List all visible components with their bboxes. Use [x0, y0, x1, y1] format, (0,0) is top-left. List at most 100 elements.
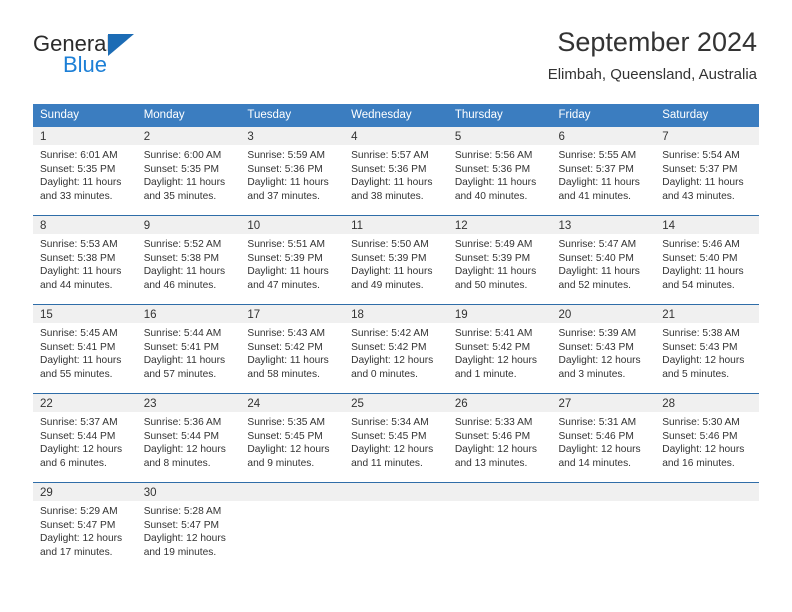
day-number: 4	[351, 131, 358, 143]
week-row: 29 Sunrise: 5:29 AM Sunset: 5:47 PM Dayl…	[33, 482, 759, 571]
sunset-line: Sunset: 5:39 PM	[351, 252, 427, 264]
weekday-header-sunday: Sunday	[40, 109, 80, 121]
daylight-line-1: Daylight: 11 hours	[40, 355, 122, 367]
sunset-line: Sunset: 5:42 PM	[454, 341, 531, 353]
week-row: 15 Sunrise: 5:45 AM Sunset: 5:41 PM Dayl…	[33, 304, 759, 393]
sunset-line: Sunset: 5:46 PM	[558, 430, 634, 442]
day-number: 28	[662, 398, 676, 410]
sunrise-line: Sunrise: 5:35 AM	[247, 417, 325, 428]
day-details: Sunrise: 5:38 AM Sunset: 5:43 PM Dayligh…	[655, 323, 759, 381]
sunset-line: Sunset: 5:41 PM	[40, 341, 116, 353]
daylight-line-1: Daylight: 11 hours	[143, 266, 226, 278]
sunset-line: Sunset: 5:35 PM	[40, 163, 116, 175]
day-number: 27	[558, 398, 572, 410]
day-details: Sunrise: 5:50 AM Sunset: 5:39 PM Dayligh…	[344, 234, 448, 292]
day-cell[interactable]: 18 Sunrise: 5:42 AM Sunset: 5:42 PM Dayl…	[344, 305, 448, 393]
sunrise-line: Sunrise: 6:00 AM	[143, 150, 222, 161]
day-number: 15	[40, 309, 53, 321]
logo-text-blue: Blue	[63, 52, 108, 77]
day-number-band: 15	[33, 305, 137, 323]
day-details: Sunrise: 5:52 AM Sunset: 5:38 PM Dayligh…	[137, 234, 241, 292]
day-cell[interactable]: 8 Sunrise: 5:53 AM Sunset: 5:38 PM Dayli…	[33, 216, 137, 304]
sunset-line: Sunset: 5:36 PM	[247, 163, 323, 175]
day-cell[interactable]: 26 Sunrise: 5:33 AM Sunset: 5:46 PM Dayl…	[447, 394, 552, 482]
day-number: 3	[247, 131, 254, 143]
page-subtitle: Elimbah, Queensland, Australia	[547, 66, 757, 83]
daylight-line-1: Daylight: 12 hours	[247, 444, 330, 456]
sunrise-line: Sunrise: 5:55 AM	[558, 150, 637, 161]
day-number-band	[344, 483, 448, 501]
daylight-line-2: and 54 minutes.	[662, 279, 735, 291]
daylight-line-2: and 17 minutes.	[40, 546, 113, 558]
daylight-line-2: and 38 minutes.	[351, 190, 424, 202]
day-cell[interactable]: 7 Sunrise: 5:54 AM Sunset: 5:37 PM Dayli…	[655, 127, 759, 215]
day-cell[interactable]: 29 Sunrise: 5:29 AM Sunset: 5:47 PM Dayl…	[33, 483, 137, 571]
day-cell[interactable]: 16 Sunrise: 5:44 AM Sunset: 5:41 PM Dayl…	[136, 305, 241, 393]
sunset-line: Sunset: 5:42 PM	[247, 341, 323, 353]
day-cell[interactable]: 28 Sunrise: 5:30 AM Sunset: 5:46 PM Dayl…	[655, 394, 759, 482]
sunrise-line: Sunrise: 5:30 AM	[662, 417, 740, 428]
day-number: 16	[143, 309, 157, 321]
day-cell[interactable]: 12 Sunrise: 5:49 AM Sunset: 5:39 PM Dayl…	[447, 216, 552, 304]
day-cell[interactable]: 24 Sunrise: 5:35 AM Sunset: 5:45 PM Dayl…	[240, 394, 345, 482]
weekday-header-thursday: Thursday	[454, 109, 503, 121]
daylight-line-2: and 37 minutes.	[247, 190, 320, 202]
daylight-line-2: and 44 minutes.	[40, 279, 113, 291]
day-cell[interactable]: 4 Sunrise: 5:57 AM Sunset: 5:36 PM Dayli…	[344, 127, 448, 215]
day-cell[interactable]: 13 Sunrise: 5:47 AM Sunset: 5:40 PM Dayl…	[551, 216, 656, 304]
day-details: Sunrise: 5:46 AM Sunset: 5:40 PM Dayligh…	[655, 234, 759, 292]
day-cell[interactable]: 2 Sunrise: 6:00 AM Sunset: 5:35 PM Dayli…	[136, 127, 241, 215]
day-cell[interactable]: 3 Sunrise: 5:59 AM Sunset: 5:36 PM Dayli…	[240, 127, 345, 215]
day-cell[interactable]: 19 Sunrise: 5:41 AM Sunset: 5:42 PM Dayl…	[447, 305, 552, 393]
day-number: 14	[662, 220, 676, 232]
day-cell[interactable]: 23 Sunrise: 5:36 AM Sunset: 5:44 PM Dayl…	[136, 394, 241, 482]
day-cell[interactable]: 1 Sunrise: 6:01 AM Sunset: 5:35 PM Dayli…	[33, 127, 137, 215]
daylight-line-2: and 55 minutes.	[40, 368, 113, 380]
day-number: 11	[351, 220, 364, 232]
day-cell[interactable]: 9 Sunrise: 5:52 AM Sunset: 5:38 PM Dayli…	[136, 216, 241, 304]
day-number-band: 24	[240, 394, 345, 412]
sunset-line: Sunset: 5:41 PM	[143, 341, 220, 353]
day-cell[interactable]: 6 Sunrise: 5:55 AM Sunset: 5:37 PM Dayli…	[551, 127, 656, 215]
day-number: 19	[454, 309, 468, 321]
day-cell[interactable]: 11 Sunrise: 5:50 AM Sunset: 5:39 PM Dayl…	[344, 216, 448, 304]
day-cell[interactable]: 14 Sunrise: 5:46 AM Sunset: 5:40 PM Dayl…	[655, 216, 759, 304]
sunset-line: Sunset: 5:42 PM	[351, 341, 427, 353]
daylight-line-2: and 5 minutes.	[662, 368, 730, 380]
day-cell[interactable]: 27 Sunrise: 5:31 AM Sunset: 5:46 PM Dayl…	[551, 394, 656, 482]
day-details: Sunrise: 5:53 AM Sunset: 5:38 PM Dayligh…	[33, 234, 137, 292]
day-cell[interactable]: 20 Sunrise: 5:39 AM Sunset: 5:43 PM Dayl…	[551, 305, 656, 393]
day-number-band: 30	[136, 483, 241, 501]
daylight-line-2: and 8 minutes.	[143, 457, 211, 469]
day-number-band: 29	[33, 483, 137, 501]
daylight-line-2: and 46 minutes.	[143, 279, 217, 291]
day-cell[interactable]: 5 Sunrise: 5:56 AM Sunset: 5:36 PM Dayli…	[447, 127, 552, 215]
sunset-line: Sunset: 5:36 PM	[351, 163, 427, 175]
day-cell-empty	[447, 483, 552, 571]
daylight-line-1: Daylight: 11 hours	[143, 177, 226, 189]
sunset-line: Sunset: 5:46 PM	[454, 430, 531, 442]
day-details: Sunrise: 5:30 AM Sunset: 5:46 PM Dayligh…	[655, 412, 759, 470]
day-cell[interactable]: 10 Sunrise: 5:51 AM Sunset: 5:39 PM Dayl…	[240, 216, 345, 304]
day-cell[interactable]: 30 Sunrise: 5:28 AM Sunset: 5:47 PM Dayl…	[136, 483, 241, 571]
week-row: 8 Sunrise: 5:53 AM Sunset: 5:38 PM Dayli…	[33, 215, 759, 304]
day-cell[interactable]: 21 Sunrise: 5:38 AM Sunset: 5:43 PM Dayl…	[655, 305, 759, 393]
day-number: 8	[40, 220, 47, 232]
sunrise-line: Sunrise: 5:39 AM	[558, 328, 637, 339]
sunrise-line: Sunrise: 5:45 AM	[40, 328, 118, 339]
day-number-band: 20	[551, 305, 656, 323]
daylight-line-2: and 58 minutes.	[247, 368, 320, 380]
daylight-line-1: Daylight: 12 hours	[351, 355, 434, 367]
day-cell[interactable]: 22 Sunrise: 5:37 AM Sunset: 5:44 PM Dayl…	[33, 394, 137, 482]
day-number: 10	[247, 220, 261, 232]
day-cell[interactable]: 25 Sunrise: 5:34 AM Sunset: 5:45 PM Dayl…	[344, 394, 448, 482]
sunrise-line: Sunrise: 5:57 AM	[351, 150, 429, 161]
general-blue-logo[interactable]: General Blue	[33, 32, 233, 88]
day-cell[interactable]: 17 Sunrise: 5:43 AM Sunset: 5:42 PM Dayl…	[240, 305, 345, 393]
daylight-line-2: and 43 minutes.	[662, 190, 735, 202]
day-number-band: 21	[655, 305, 759, 323]
weekday-header-row: Sunday Monday Tuesday Wednesday Thursday…	[33, 104, 759, 127]
sunset-line: Sunset: 5:36 PM	[454, 163, 531, 175]
day-cell[interactable]: 15 Sunrise: 5:45 AM Sunset: 5:41 PM Dayl…	[33, 305, 137, 393]
day-details: Sunrise: 5:55 AM Sunset: 5:37 PM Dayligh…	[552, 145, 656, 203]
